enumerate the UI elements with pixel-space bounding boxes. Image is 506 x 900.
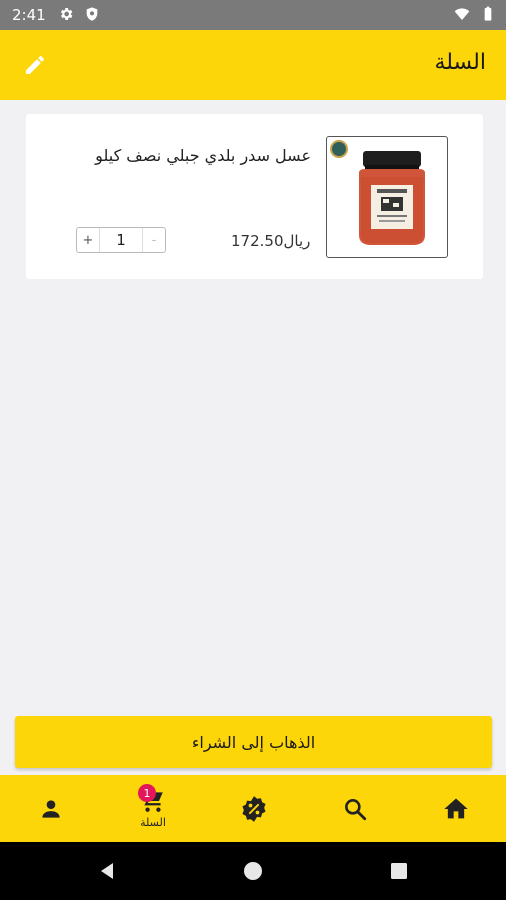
nav-item-search[interactable] — [305, 775, 405, 842]
recents-button[interactable] — [388, 860, 410, 882]
search-icon — [345, 798, 367, 820]
nav-label-cart: السلة — [140, 816, 166, 829]
seal-icon — [330, 140, 348, 158]
checkout-button[interactable]: الذهاب إلى الشراء — [15, 716, 492, 768]
quantity-stepper: + 1 - — [76, 227, 166, 253]
app-bar: السلة — [0, 30, 506, 100]
home-icon — [444, 798, 468, 818]
android-nav-bar — [0, 842, 506, 900]
page-title: السلة — [434, 50, 486, 75]
home-circle-icon — [244, 862, 262, 880]
bottom-nav: 1 السلة — [0, 775, 506, 842]
nav-item-account[interactable] — [1, 775, 101, 842]
nav-item-cart[interactable]: 1 السلة — [103, 775, 203, 842]
product-price: 172.50ريال — [231, 232, 311, 250]
back-button[interactable] — [96, 860, 118, 882]
pencil-icon — [26, 55, 44, 74]
settings-icon — [60, 8, 73, 20]
product-image[interactable] — [326, 136, 448, 258]
recents-icon — [391, 863, 407, 879]
nav-item-home[interactable] — [406, 775, 506, 842]
edit-button[interactable] — [20, 50, 50, 80]
quantity-value[interactable]: 1 — [99, 228, 143, 252]
cart-count-badge: 1 — [138, 784, 156, 802]
status-bar: 2:41 — [0, 0, 506, 30]
discount-icon — [242, 795, 266, 822]
back-icon — [101, 863, 113, 879]
nav-item-offers[interactable] — [204, 775, 304, 842]
checkout-label: الذهاب إلى الشراء — [191, 732, 316, 752]
home-system-button[interactable] — [242, 860, 264, 882]
status-time: 2:41 — [12, 6, 46, 24]
wifi-icon — [454, 8, 470, 20]
cart-item-card: عسل سدر بلدي جبلي نصف كيلو 172.50ريال + … — [26, 114, 483, 279]
increment-button[interactable]: + — [77, 228, 99, 252]
decrement-button[interactable]: - — [143, 228, 165, 252]
battery-icon — [484, 6, 492, 21]
shield-icon — [86, 7, 98, 21]
person-icon — [42, 799, 60, 818]
product-name[interactable]: عسل سدر بلدي جبلي نصف كيلو — [95, 146, 311, 165]
